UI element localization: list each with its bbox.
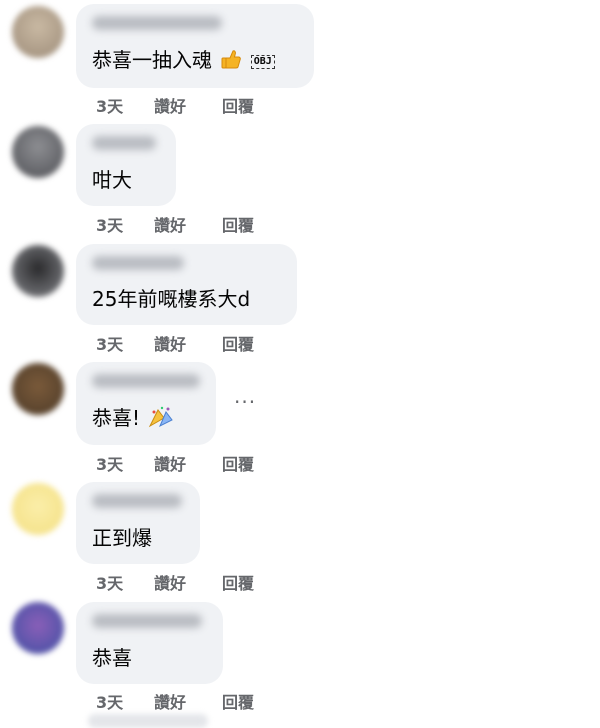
comment-text: 恭喜 <box>92 646 132 670</box>
comment-actions: 3天 讚好 回覆 <box>96 570 254 594</box>
comment-bubble: 咁大 <box>76 124 176 206</box>
avatar[interactable] <box>12 245 64 297</box>
timestamp-link[interactable]: 3天 <box>96 570 154 594</box>
reply-button[interactable]: 回覆 <box>222 212 254 236</box>
timestamp-link[interactable]: 3天 <box>96 93 154 117</box>
object-placeholder-badge: OBJ <box>250 54 275 69</box>
comment-actions: 3天 讚好 回覆 <box>96 212 254 236</box>
commenter-name[interactable] <box>92 16 222 30</box>
commenter-name[interactable] <box>92 494 182 508</box>
thumbs-up-icon <box>220 48 242 75</box>
party-icon <box>148 406 174 433</box>
comment-bubble: 25年前嘅樓系大d <box>76 244 297 325</box>
comment-text: 正到爆 <box>92 526 152 550</box>
next-comment-preview <box>88 714 208 728</box>
commenter-name[interactable] <box>92 614 202 628</box>
comment-bubble: 恭喜! <box>76 362 216 445</box>
like-button[interactable]: 讚好 <box>154 93 222 117</box>
comment-text: 恭喜! <box>92 406 174 433</box>
like-button[interactable]: 讚好 <box>154 331 222 355</box>
commenter-name[interactable] <box>92 256 184 270</box>
comment-text-content: 恭喜! <box>92 406 141 430</box>
reply-button[interactable]: 回覆 <box>222 570 254 594</box>
comment-actions: 3天 讚好 回覆 <box>96 451 254 475</box>
like-button[interactable]: 讚好 <box>154 689 222 713</box>
timestamp-link[interactable]: 3天 <box>96 212 154 236</box>
commenter-name[interactable] <box>92 374 200 388</box>
avatar[interactable] <box>12 483 64 535</box>
reply-button[interactable]: 回覆 <box>222 331 254 355</box>
comment-actions: 3天 讚好 回覆 <box>96 689 254 713</box>
comment-actions: 3天 讚好 回覆 <box>96 331 254 355</box>
reply-button[interactable]: 回覆 <box>222 451 254 475</box>
like-button[interactable]: 讚好 <box>154 212 222 236</box>
comment-text-content: 恭喜一抽入魂 <box>92 48 212 72</box>
comment-bubble: 恭喜 <box>76 602 223 684</box>
avatar[interactable] <box>12 126 64 178</box>
comment-text: 咁大 <box>92 168 132 192</box>
comment-bubble: 正到爆 <box>76 482 200 564</box>
comment-text: 恭喜一抽入魂 OBJ <box>92 48 275 75</box>
timestamp-link[interactable]: 3天 <box>96 331 154 355</box>
comment-actions: 3天 讚好 回覆 <box>96 93 254 117</box>
more-options-button[interactable]: ··· <box>234 390 256 414</box>
comment-text: 25年前嘅樓系大d <box>92 287 251 311</box>
reply-button[interactable]: 回覆 <box>222 689 254 713</box>
timestamp-link[interactable]: 3天 <box>96 451 154 475</box>
reply-button[interactable]: 回覆 <box>222 93 254 117</box>
avatar[interactable] <box>12 602 64 654</box>
avatar[interactable] <box>12 363 64 415</box>
like-button[interactable]: 讚好 <box>154 451 222 475</box>
timestamp-link[interactable]: 3天 <box>96 689 154 713</box>
like-button[interactable]: 讚好 <box>154 570 222 594</box>
comment-bubble: 恭喜一抽入魂 OBJ <box>76 4 314 88</box>
commenter-name[interactable] <box>92 136 156 150</box>
avatar[interactable] <box>12 6 64 58</box>
